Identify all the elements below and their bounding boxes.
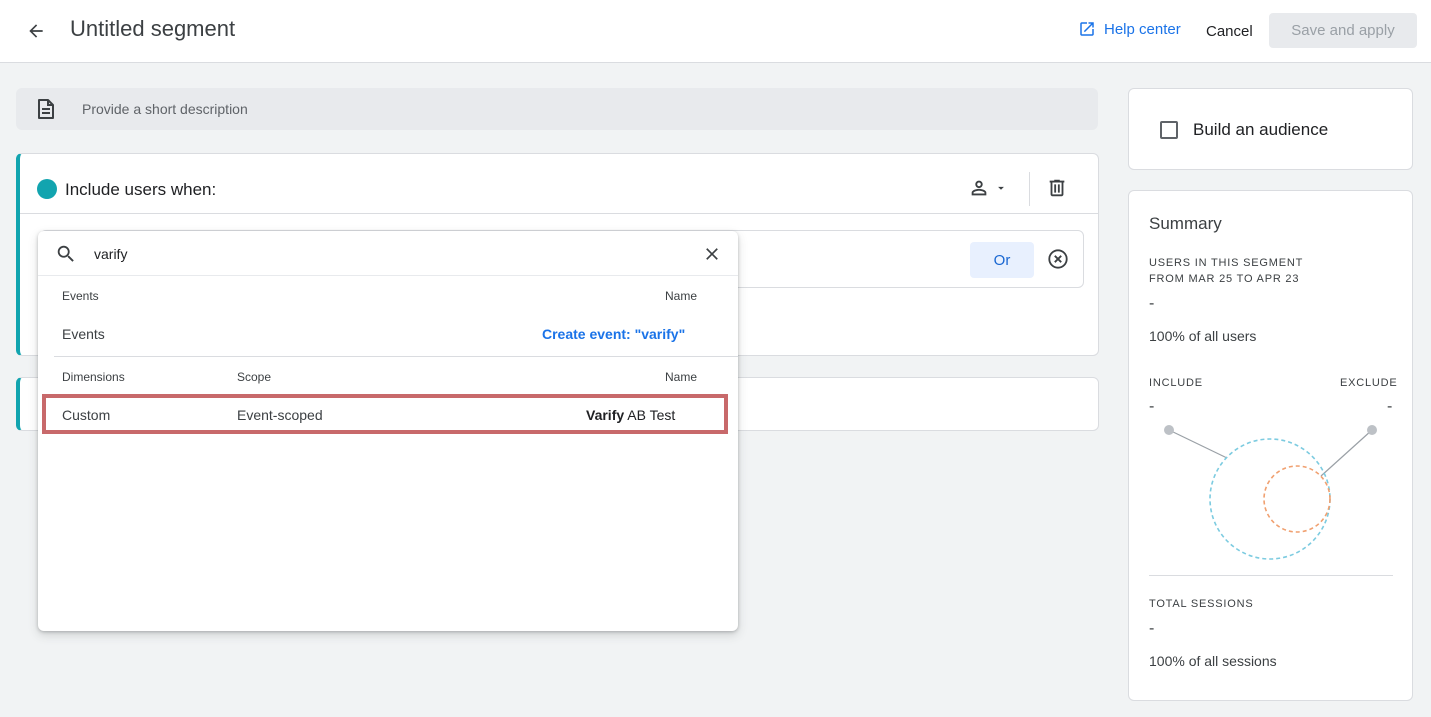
close-icon[interactable] [702,244,722,264]
delete-group-button[interactable] [1046,177,1068,204]
list-item-custom-dimension[interactable]: Custom Event-scoped Varify AB Test [42,394,728,434]
include-users-label: Include users when: [65,180,217,199]
section-divider [54,356,738,357]
page-title: Untitled segment [70,16,236,41]
header-divider [1029,172,1030,206]
help-center-link[interactable]: Help center [1078,20,1181,38]
dimension-name-rest: AB Test [624,407,676,423]
person-icon [971,180,987,196]
include-leader-line [1168,429,1228,459]
dimension-name-match: Varify [586,407,625,423]
summary-title: Summary [1149,214,1222,233]
cancel-circle-icon [1048,249,1068,269]
dimension-scope: Event-scoped [237,407,323,423]
sessions-percentage: 100% of all sessions [1149,653,1277,669]
include-value: - [1149,398,1155,415]
events-name-column-header: Name [665,289,698,303]
exclude-leader-line [1320,429,1373,477]
trash-icon [1049,179,1065,197]
users-segment-label: USERS IN THIS SEGMENT [1149,257,1304,269]
help-center-label: Help center [1104,20,1181,38]
save-and-apply-button[interactable]: Save and apply [1269,13,1417,48]
build-audience-checkbox[interactable] [1160,121,1178,139]
include-circle [1209,438,1331,560]
search-row [38,231,738,276]
include-marker-dot [1164,425,1174,435]
caret-down-icon [998,186,1004,190]
summary-divider [1149,575,1393,576]
scope-picker[interactable] [968,177,1008,199]
top-header: Untitled segment Help center Cancel Save… [0,0,1431,63]
or-button[interactable]: Or [970,242,1034,278]
search-input[interactable] [94,243,654,265]
dimensions-column-header: Dimensions [62,370,125,384]
total-sessions-label: TOTAL SESSIONS [1149,598,1254,610]
include-card-header: Include users when: [20,154,1098,214]
exclude-marker-dot [1367,425,1377,435]
events-row-label: Events [62,326,105,342]
create-event-link[interactable]: Create event: "varify" [542,326,685,342]
dimension-search-dropdown: Events Name Events Create event: "varify… [38,231,738,631]
scope-column-header: Scope [237,370,272,384]
segment-venn-diagram [1164,425,1377,560]
users-date-range-label: FROM MAR 25 TO APR 23 [1149,273,1300,285]
build-audience-label: Build an audience [1193,120,1329,139]
include-label: INCLUDE [1149,377,1203,389]
users-percentage: 100% of all users [1149,328,1257,344]
back-button[interactable] [22,17,50,45]
build-audience-card: Build an audience [1128,88,1413,170]
arrow-back-icon [29,24,43,38]
exclude-label: EXCLUDE [1340,377,1398,389]
document-icon [38,99,54,119]
cancel-button[interactable]: Cancel [1196,14,1263,48]
events-column-header: Events [62,289,99,303]
exclude-value: - [1387,398,1393,415]
users-value: - [1149,295,1155,312]
search-icon [57,245,74,262]
open-in-new-icon [1080,22,1094,36]
exclude-circle [1263,465,1331,533]
summary-card: Summary USERS IN THIS SEGMENT FROM MAR 2… [1128,190,1413,701]
description-placeholder: Provide a short description [82,101,248,117]
total-sessions-value: - [1149,620,1155,637]
dimension-category: Custom [62,407,111,423]
remove-condition-button[interactable] [1047,248,1069,275]
dimensions-name-column-header: Name [665,370,698,384]
include-indicator-dot [37,179,57,199]
dimension-name: Varify AB Test [586,407,675,423]
